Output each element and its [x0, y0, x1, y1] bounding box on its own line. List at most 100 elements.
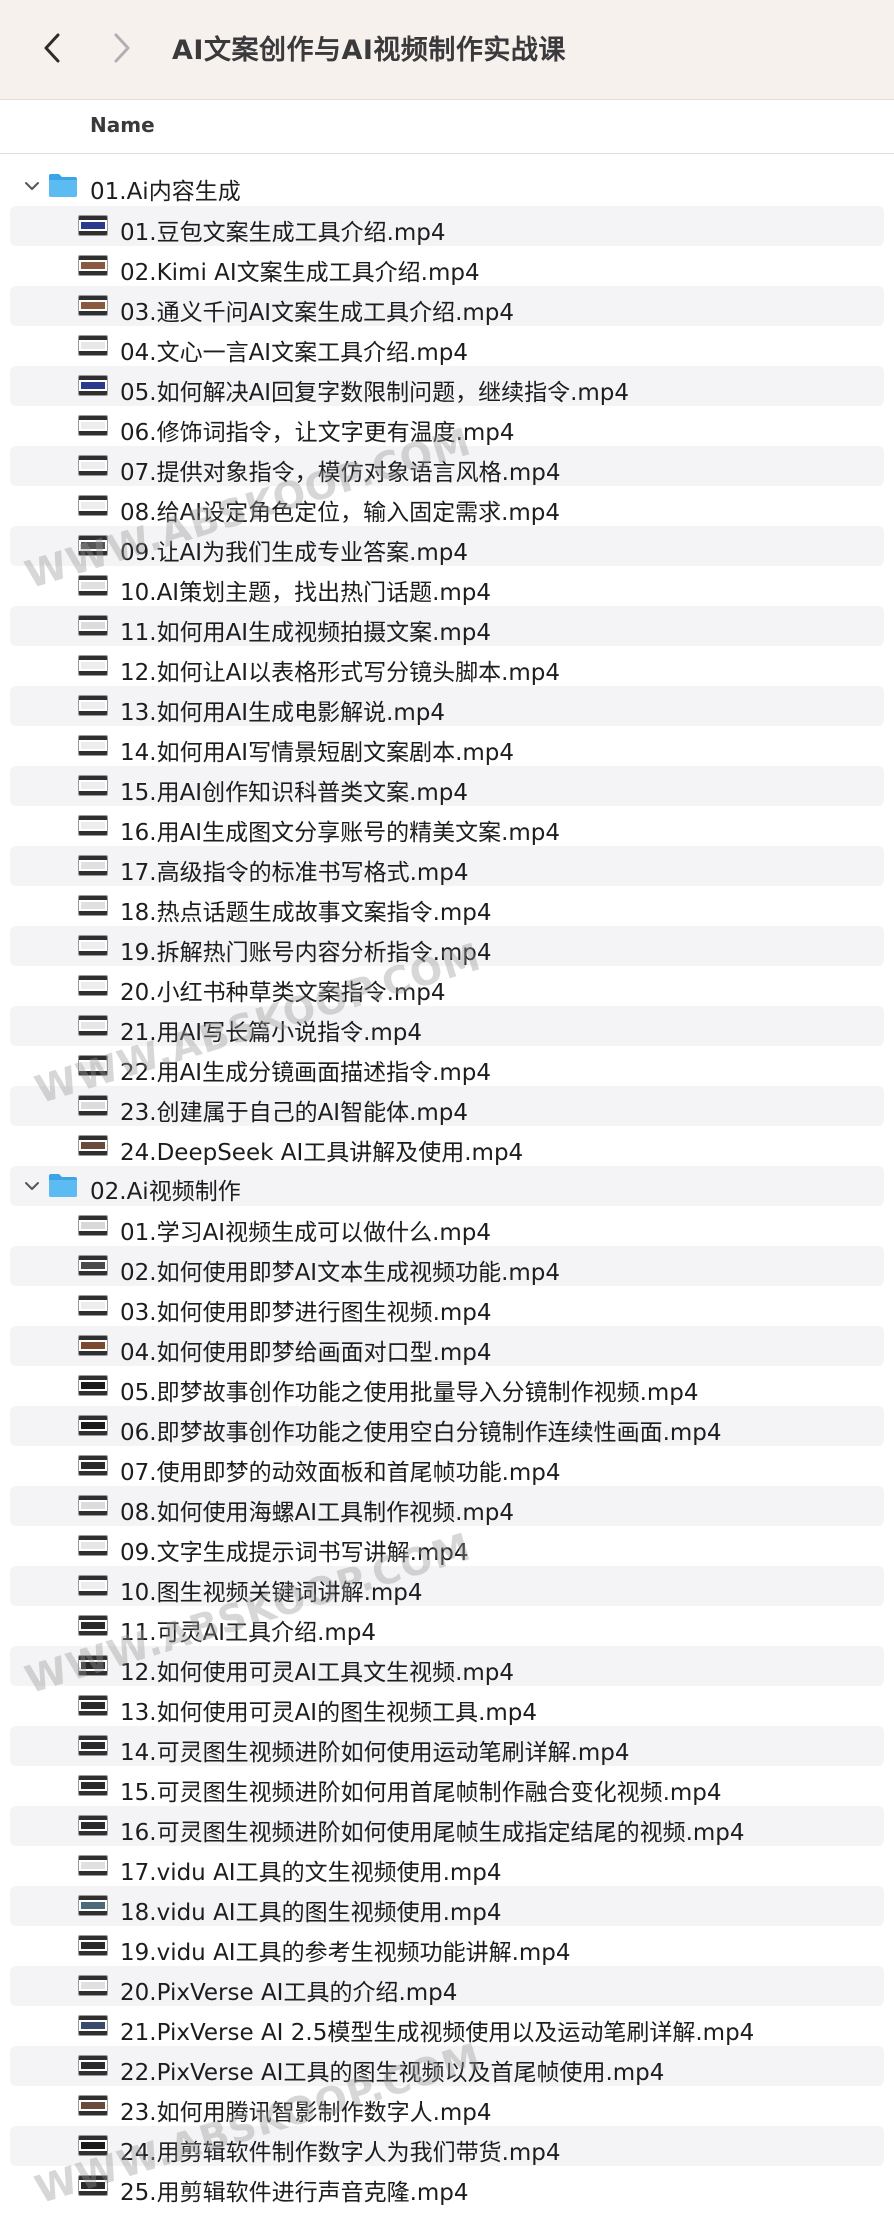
forward-button[interactable] — [100, 24, 144, 72]
video-file-icon — [78, 1335, 108, 1356]
video-file-icon — [78, 1015, 108, 1036]
file-label: 09.让AI为我们生成专业答案.mp4 — [120, 540, 469, 566]
file-row[interactable]: 16.用AI生成图文分享账号的精美文案.mp4 — [10, 806, 884, 846]
file-label: 04.文心一言AI文案工具介绍.mp4 — [120, 340, 469, 366]
video-file-icon — [78, 335, 108, 356]
file-row[interactable]: 06.修饰词指令，让文字更有温度.mp4 — [10, 406, 884, 446]
file-label: 08.给AI设定角色定位，输入固定需求.mp4 — [120, 500, 561, 526]
back-button[interactable] — [30, 24, 74, 72]
file-row[interactable]: 02.Kimi AI文案生成工具介绍.mp4 — [10, 246, 884, 286]
file-row[interactable]: 04.文心一言AI文案工具介绍.mp4 — [10, 326, 884, 366]
file-label: 19.vidu AI工具的参考生视频功能讲解.mp4 — [120, 1940, 571, 1966]
file-row[interactable]: 11.如何用AI生成视频拍摄文案.mp4 — [10, 606, 884, 646]
file-row[interactable]: 22.PixVerse AI工具的图生视频以及首尾帧使用.mp4 — [10, 2046, 884, 2086]
file-label: 17.高级指令的标准书写格式.mp4 — [120, 860, 469, 886]
folder-row[interactable]: 02.Ai视频制作 — [10, 1166, 884, 1206]
video-file-icon — [78, 1815, 108, 1836]
file-label: 21.PixVerse AI 2.5模型生成视频使用以及运动笔刷详解.mp4 — [120, 2020, 755, 2046]
file-row[interactable]: 14.如何用AI写情景短剧文案剧本.mp4 — [10, 726, 884, 766]
video-file-icon — [78, 1375, 108, 1396]
video-file-icon — [78, 1975, 108, 1996]
video-file-icon — [78, 615, 108, 636]
file-row[interactable]: 09.让AI为我们生成专业答案.mp4 — [10, 526, 884, 566]
file-row[interactable]: 01.豆包文案生成工具介绍.mp4 — [10, 206, 884, 246]
video-file-icon — [78, 895, 108, 916]
file-row[interactable]: 04.如何使用即梦给画面对口型.mp4 — [10, 1326, 884, 1366]
video-file-icon — [78, 1935, 108, 1956]
file-label: 25.用剪辑软件进行声音克隆.mp4 — [120, 2180, 469, 2206]
file-label: 17.vidu AI工具的文生视频使用.mp4 — [120, 1860, 502, 1886]
file-row[interactable]: 15.可灵图生视频进阶如何用首尾帧制作融合变化视频.mp4 — [10, 1766, 884, 1806]
file-label: 04.如何使用即梦给画面对口型.mp4 — [120, 1340, 492, 1366]
file-row[interactable]: 01.学习AI视频生成可以做什么.mp4 — [10, 1206, 884, 1246]
folder-row[interactable]: 01.Ai内容生成 — [10, 166, 884, 206]
file-row[interactable]: 24.DeepSeek AI工具讲解及使用.mp4 — [10, 1126, 884, 1166]
video-file-icon — [78, 495, 108, 516]
file-row[interactable]: 20.小红书种草类文案指令.mp4 — [10, 966, 884, 1006]
file-label: 21.用AI写长篇小说指令.mp4 — [120, 1020, 423, 1046]
video-file-icon — [78, 1295, 108, 1316]
video-file-icon — [78, 295, 108, 316]
file-row[interactable]: 17.vidu AI工具的文生视频使用.mp4 — [10, 1846, 884, 1886]
file-label: 01.学习AI视频生成可以做什么.mp4 — [120, 1220, 492, 1246]
file-row[interactable]: 05.如何解决AI回复字数限制问题，继续指令.mp4 — [10, 366, 884, 406]
video-file-icon — [78, 1895, 108, 1916]
file-label: 10.AI策划主题，找出热门话题.mp4 — [120, 580, 492, 606]
video-file-icon — [78, 1415, 108, 1436]
window-title: AI文案创作与AI视频制作实战课 — [172, 35, 566, 66]
video-file-icon — [78, 535, 108, 556]
file-row[interactable]: 06.即梦故事创作功能之使用空白分镜制作连续性画面.mp4 — [10, 1406, 884, 1446]
video-file-icon — [78, 575, 108, 596]
video-file-icon — [78, 695, 108, 716]
file-row[interactable]: 07.提供对象指令，模仿对象语言风格.mp4 — [10, 446, 884, 486]
file-row[interactable]: 19.vidu AI工具的参考生视频功能讲解.mp4 — [10, 1926, 884, 1966]
file-row[interactable]: 25.用剪辑软件进行声音克隆.mp4 — [10, 2166, 884, 2206]
video-file-icon — [78, 1735, 108, 1756]
file-row[interactable]: 03.如何使用即梦进行图生视频.mp4 — [10, 1286, 884, 1326]
file-row[interactable]: 05.即梦故事创作功能之使用批量导入分镜制作视频.mp4 — [10, 1366, 884, 1406]
file-label: 13.如何用AI生成电影解说.mp4 — [120, 700, 446, 726]
file-row[interactable]: 12.如何让AI以表格形式写分镜头脚本.mp4 — [10, 646, 884, 686]
file-label: 24.DeepSeek AI工具讲解及使用.mp4 — [120, 1140, 524, 1166]
file-row[interactable]: 10.AI策划主题，找出热门话题.mp4 — [10, 566, 884, 606]
file-row[interactable]: 24.用剪辑软件制作数字人为我们带货.mp4 — [10, 2126, 884, 2166]
file-row[interactable]: 12.如何使用可灵AI工具文生视频.mp4 — [10, 1646, 884, 1686]
file-row[interactable]: 13.如何用AI生成电影解说.mp4 — [10, 686, 884, 726]
video-file-icon — [78, 1055, 108, 1076]
folder-label: 01.Ai内容生成 — [90, 179, 241, 205]
file-row[interactable]: 23.创建属于自己的AI智能体.mp4 — [10, 1086, 884, 1126]
file-row[interactable]: 20.PixVerse AI工具的介绍.mp4 — [10, 1966, 884, 2006]
file-row[interactable]: 18.vidu AI工具的图生视频使用.mp4 — [10, 1886, 884, 1926]
file-row[interactable]: 21.用AI写长篇小说指令.mp4 — [10, 1006, 884, 1046]
toolbar: AI文案创作与AI视频制作实战课 — [0, 0, 894, 100]
file-row[interactable]: 08.给AI设定角色定位，输入固定需求.mp4 — [10, 486, 884, 526]
file-row[interactable]: 23.如何用腾讯智影制作数字人.mp4 — [10, 2086, 884, 2126]
file-row[interactable]: 08.如何使用海螺AI工具制作视频.mp4 — [10, 1486, 884, 1526]
file-label: 08.如何使用海螺AI工具制作视频.mp4 — [120, 1500, 515, 1526]
chevron-down-icon[interactable] — [24, 1178, 40, 1194]
file-row[interactable]: 22.用AI生成分镜画面描述指令.mp4 — [10, 1046, 884, 1086]
file-row[interactable]: 02.如何使用即梦AI文本生成视频功能.mp4 — [10, 1246, 884, 1286]
file-row[interactable]: 03.通义千问AI文案生成工具介绍.mp4 — [10, 286, 884, 326]
file-label: 14.可灵图生视频进阶如何使用运动笔刷详解.mp4 — [120, 1740, 630, 1766]
file-label: 07.使用即梦的动效面板和首尾帧功能.mp4 — [120, 1460, 561, 1486]
chevron-down-icon[interactable] — [24, 178, 40, 194]
column-header-name[interactable]: Name — [90, 113, 155, 137]
folder-icon — [48, 1172, 78, 1198]
file-row[interactable]: 19.拆解热门账号内容分析指令.mp4 — [10, 926, 884, 966]
file-row[interactable]: 14.可灵图生视频进阶如何使用运动笔刷详解.mp4 — [10, 1726, 884, 1766]
file-row[interactable]: 07.使用即梦的动效面板和首尾帧功能.mp4 — [10, 1446, 884, 1486]
file-row[interactable]: 15.用AI创作知识科普类文案.mp4 — [10, 766, 884, 806]
video-file-icon — [78, 455, 108, 476]
file-row[interactable]: 21.PixVerse AI 2.5模型生成视频使用以及运动笔刷详解.mp4 — [10, 2006, 884, 2046]
file-row[interactable]: 13.如何使用可灵AI的图生视频工具.mp4 — [10, 1686, 884, 1726]
file-row[interactable]: 10.图生视频关键词讲解.mp4 — [10, 1566, 884, 1606]
file-row[interactable]: 17.高级指令的标准书写格式.mp4 — [10, 846, 884, 886]
file-label: 23.创建属于自己的AI智能体.mp4 — [120, 1100, 469, 1126]
file-row[interactable]: 11.可灵AI工具介绍.mp4 — [10, 1606, 884, 1646]
file-row[interactable]: 18.热点话题生成故事文案指令.mp4 — [10, 886, 884, 926]
file-label: 03.如何使用即梦进行图生视频.mp4 — [120, 1300, 492, 1326]
file-row[interactable]: 09.文字生成提示词书写讲解.mp4 — [10, 1526, 884, 1566]
file-row[interactable]: 16.可灵图生视频进阶如何使用尾帧生成指定结尾的视频.mp4 — [10, 1806, 884, 1846]
file-label: 10.图生视频关键词讲解.mp4 — [120, 1580, 423, 1606]
